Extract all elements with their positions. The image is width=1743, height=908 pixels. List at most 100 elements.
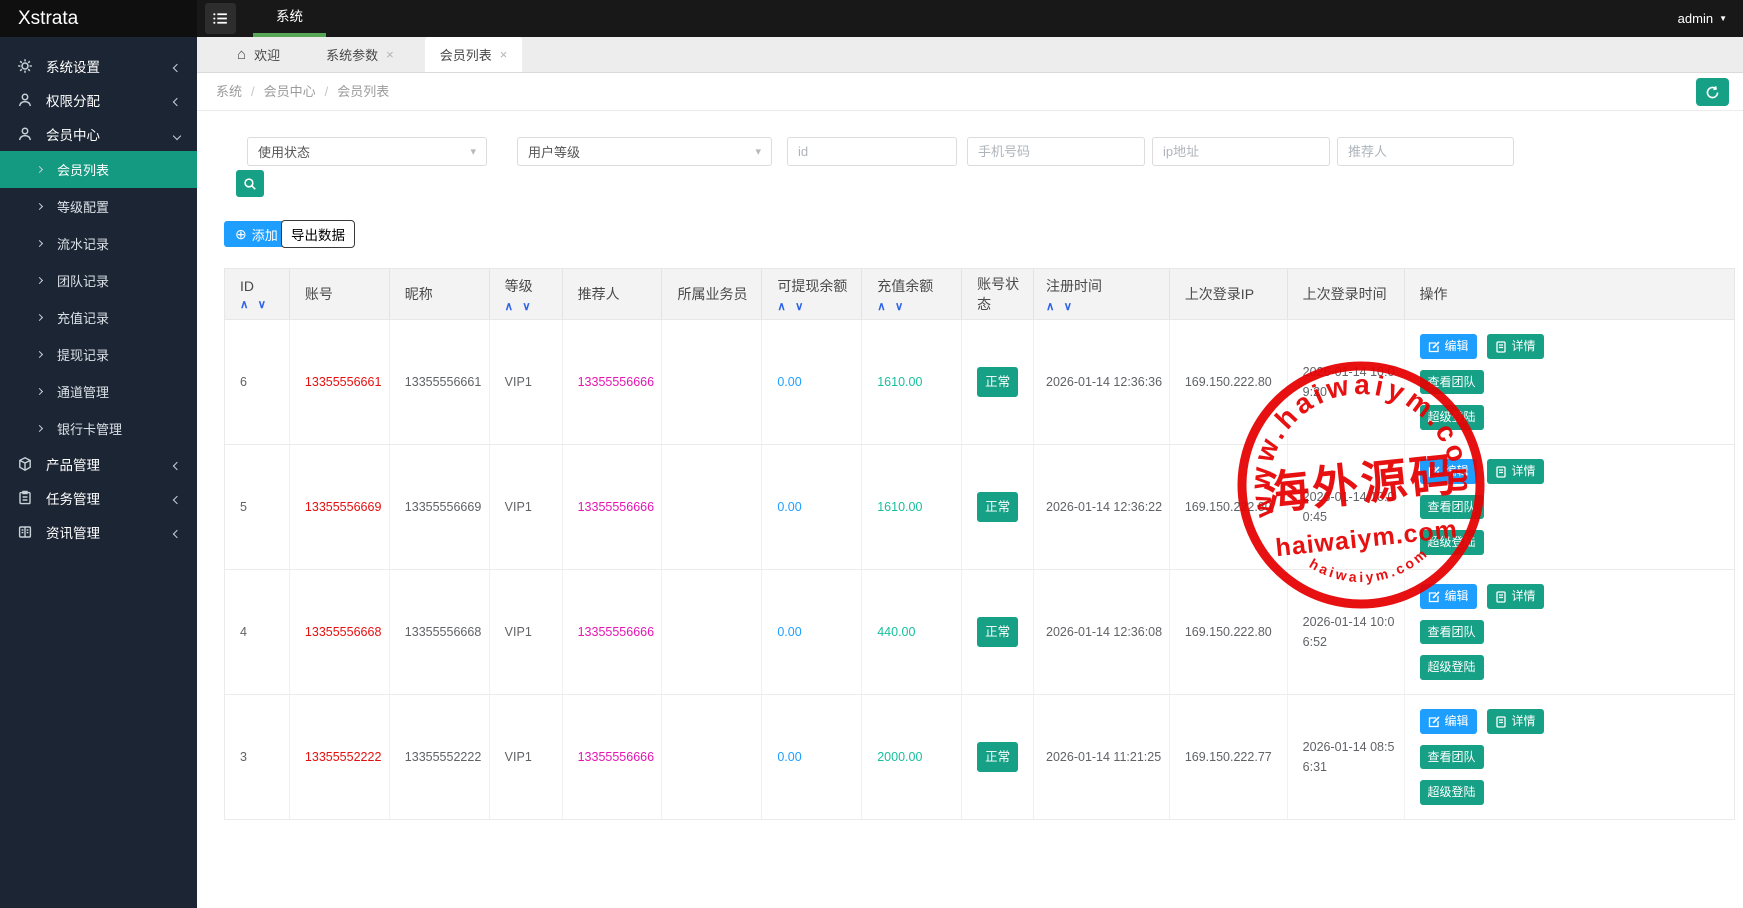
detail-button[interactable]: 详情 [1487,459,1544,483]
edit-button[interactable]: 编辑 [1420,459,1477,483]
cell-account[interactable]: 13355556668 [289,570,389,694]
cell-account[interactable]: 13355556661 [289,320,389,444]
cell-actions: 编辑 详情 查看团队 超级登陆 [1404,695,1735,819]
sort-icons[interactable]: ∧ ∨ [240,297,289,311]
sidebar-item-task-mgmt[interactable]: 任务管理 [0,481,197,515]
level-select[interactable]: 用户等级 ▾ [517,137,772,166]
refresh-button[interactable] [1696,78,1729,106]
sort-icons[interactable]: ∧ ∨ [505,299,562,313]
cell-referrer[interactable]: 13355556666 [562,320,662,444]
export-button[interactable]: 导出数据 [281,220,355,248]
breadcrumb-item: 会员列表 [337,84,389,99]
brand-logo: Xstrata [0,0,197,37]
sidebar-item-member-center[interactable]: 会员中心 [0,117,197,151]
cell-referrer[interactable]: 13355556666 [562,570,662,694]
chevron-right-icon [36,240,43,247]
cell-last-login: 2026-01-14 10:06:52 [1287,570,1404,694]
col-recharge: 充值余额 ∧ ∨ [861,269,961,319]
tab-member-list[interactable]: 会员列表 × [425,37,523,72]
table-body: 6 13355556661 13355556661 VIP1 133555566… [224,320,1735,820]
cell-last-login: 2026-01-14 10:00:45 [1287,445,1404,569]
sidebar-subitem-bankcard-mgmt[interactable]: 银行卡管理 [0,410,197,447]
add-button[interactable]: ⊕ 添加 [224,221,289,247]
cell-reg-time: 2026-01-14 12:36:36 [1033,320,1169,444]
status-select[interactable]: 使用状态 ▾ [247,137,487,166]
sort-icons[interactable]: ∧ ∨ [1046,299,1169,313]
list-icon [212,10,229,27]
cube-icon [17,456,33,472]
super-login-button[interactable]: 超级登陆 [1420,780,1484,804]
close-icon[interactable]: × [386,47,394,62]
super-login-button[interactable]: 超级登陆 [1420,530,1484,554]
cell-actions: 编辑 详情 查看团队 超级登陆 [1404,570,1735,694]
breadcrumb-item[interactable]: 系统 [216,84,242,99]
cell-recharge: 2000.00 [861,695,961,819]
sidebar-subitem-flow-records[interactable]: 流水记录 [0,225,197,262]
detail-button[interactable]: 详情 [1487,709,1544,733]
chevron-left-icon [174,59,180,74]
breadcrumb-item[interactable]: 会员中心 [264,84,316,99]
col-account: 账号 [289,269,389,319]
tab-welcome[interactable]: ⌂ 欢迎 [222,37,295,72]
cell-referrer[interactable]: 13355556666 [562,445,662,569]
ip-input[interactable] [1152,137,1330,166]
sort-icons[interactable]: ∧ ∨ [877,299,961,313]
edit-button[interactable]: 编辑 [1420,334,1477,358]
refresh-icon [1705,85,1720,100]
super-login-button[interactable]: 超级登陆 [1420,405,1484,429]
sidebar-subitem-channel-mgmt[interactable]: 通道管理 [0,373,197,410]
search-button[interactable] [236,170,264,197]
cell-nickname: 13355556669 [389,445,489,569]
user-icon [17,92,33,108]
cell-status: 正常 [961,570,1033,694]
phone-input[interactable] [967,137,1145,166]
super-login-button[interactable]: 超级登陆 [1420,655,1484,679]
view-team-button[interactable]: 查看团队 [1420,745,1484,769]
cell-nickname: 13355552222 [389,695,489,819]
sidebar-subitem-recharge-records[interactable]: 充值记录 [0,299,197,336]
sidebar-subitem-member-list[interactable]: 会员列表 [0,151,197,188]
chevron-left-icon [174,525,180,540]
detail-button[interactable]: 详情 [1487,584,1544,608]
chevron-right-icon [36,425,43,432]
sort-icons[interactable]: ∧ ∨ [777,299,861,313]
hamburger-menu-button[interactable] [205,3,236,34]
add-icon: ⊕ [235,227,247,241]
cell-referrer[interactable]: 13355556666 [562,695,662,819]
cell-last-login: 2026-01-14 10:09:20 [1287,320,1404,444]
sidebar-subitem-withdraw-records[interactable]: 提现记录 [0,336,197,373]
sidebar-item-product-mgmt[interactable]: 产品管理 [0,447,197,481]
view-team-button[interactable]: 查看团队 [1420,495,1484,519]
close-icon[interactable]: × [500,47,508,62]
sidebar-item-label: 产品管理 [46,454,100,474]
caret-down-icon: ▼ [1719,0,1727,37]
edit-button[interactable]: 编辑 [1420,584,1477,608]
referrer-input[interactable] [1337,137,1514,166]
col-salesman: 所属业务员 [661,269,761,319]
sidebar-item-system-settings[interactable]: 系统设置 [0,49,197,83]
cell-account[interactable]: 13355556669 [289,445,389,569]
id-input[interactable] [787,137,957,166]
chevron-right-icon [36,277,43,284]
cell-status: 正常 [961,445,1033,569]
chevron-right-icon [36,166,43,173]
edit-icon [1428,341,1440,353]
topnav-item-system[interactable]: 系统 [253,0,326,37]
member-table: ID ∧ ∨ 账号 昵称 等级 ∧ ∨ 推荐人 所属业务员 可提现余额 ∧ ∨ … [224,268,1735,820]
cell-account[interactable]: 13355552222 [289,695,389,819]
view-team-button[interactable]: 查看团队 [1420,370,1484,394]
sidebar-item-permissions[interactable]: 权限分配 [0,83,197,117]
col-actions: 操作 [1404,269,1735,319]
user-menu[interactable]: admin ▼ [1678,0,1727,37]
view-team-button[interactable]: 查看团队 [1420,620,1484,644]
sidebar-subitem-team-records[interactable]: 团队记录 [0,262,197,299]
tab-system-params[interactable]: 系统参数 × [311,37,409,72]
chevron-left-icon [174,93,180,108]
cell-salesman [661,320,761,444]
edit-button[interactable]: 编辑 [1420,709,1477,733]
cell-salesman [661,570,761,694]
status-badge: 正常 [977,367,1018,397]
detail-button[interactable]: 详情 [1487,334,1544,358]
sidebar-subitem-level-config[interactable]: 等级配置 [0,188,197,225]
sidebar-item-news-mgmt[interactable]: 资讯管理 [0,515,197,549]
